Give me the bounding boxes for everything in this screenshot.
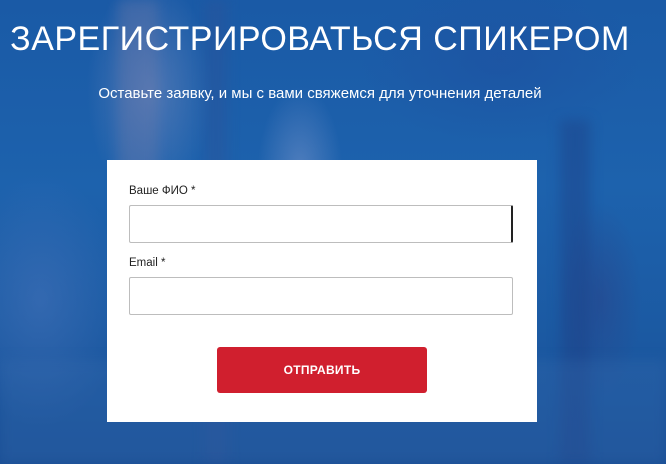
submit-button[interactable]: ОТПРАВИТЬ	[217, 347, 427, 393]
registration-form: Ваше ФИО * Email * ОТПРАВИТЬ	[107, 160, 537, 422]
name-field-label: Ваше ФИО *	[129, 185, 196, 197]
email-field[interactable]	[129, 277, 513, 315]
page-title: ЗАРЕГИСТРИРОВАТЬСЯ СПИКЕРОМ	[10, 20, 630, 58]
email-field-label: Email *	[129, 257, 166, 269]
name-field[interactable]	[129, 205, 513, 243]
page-subtitle: Оставьте заявку, и мы с вами свяжемся дл…	[98, 85, 542, 102]
